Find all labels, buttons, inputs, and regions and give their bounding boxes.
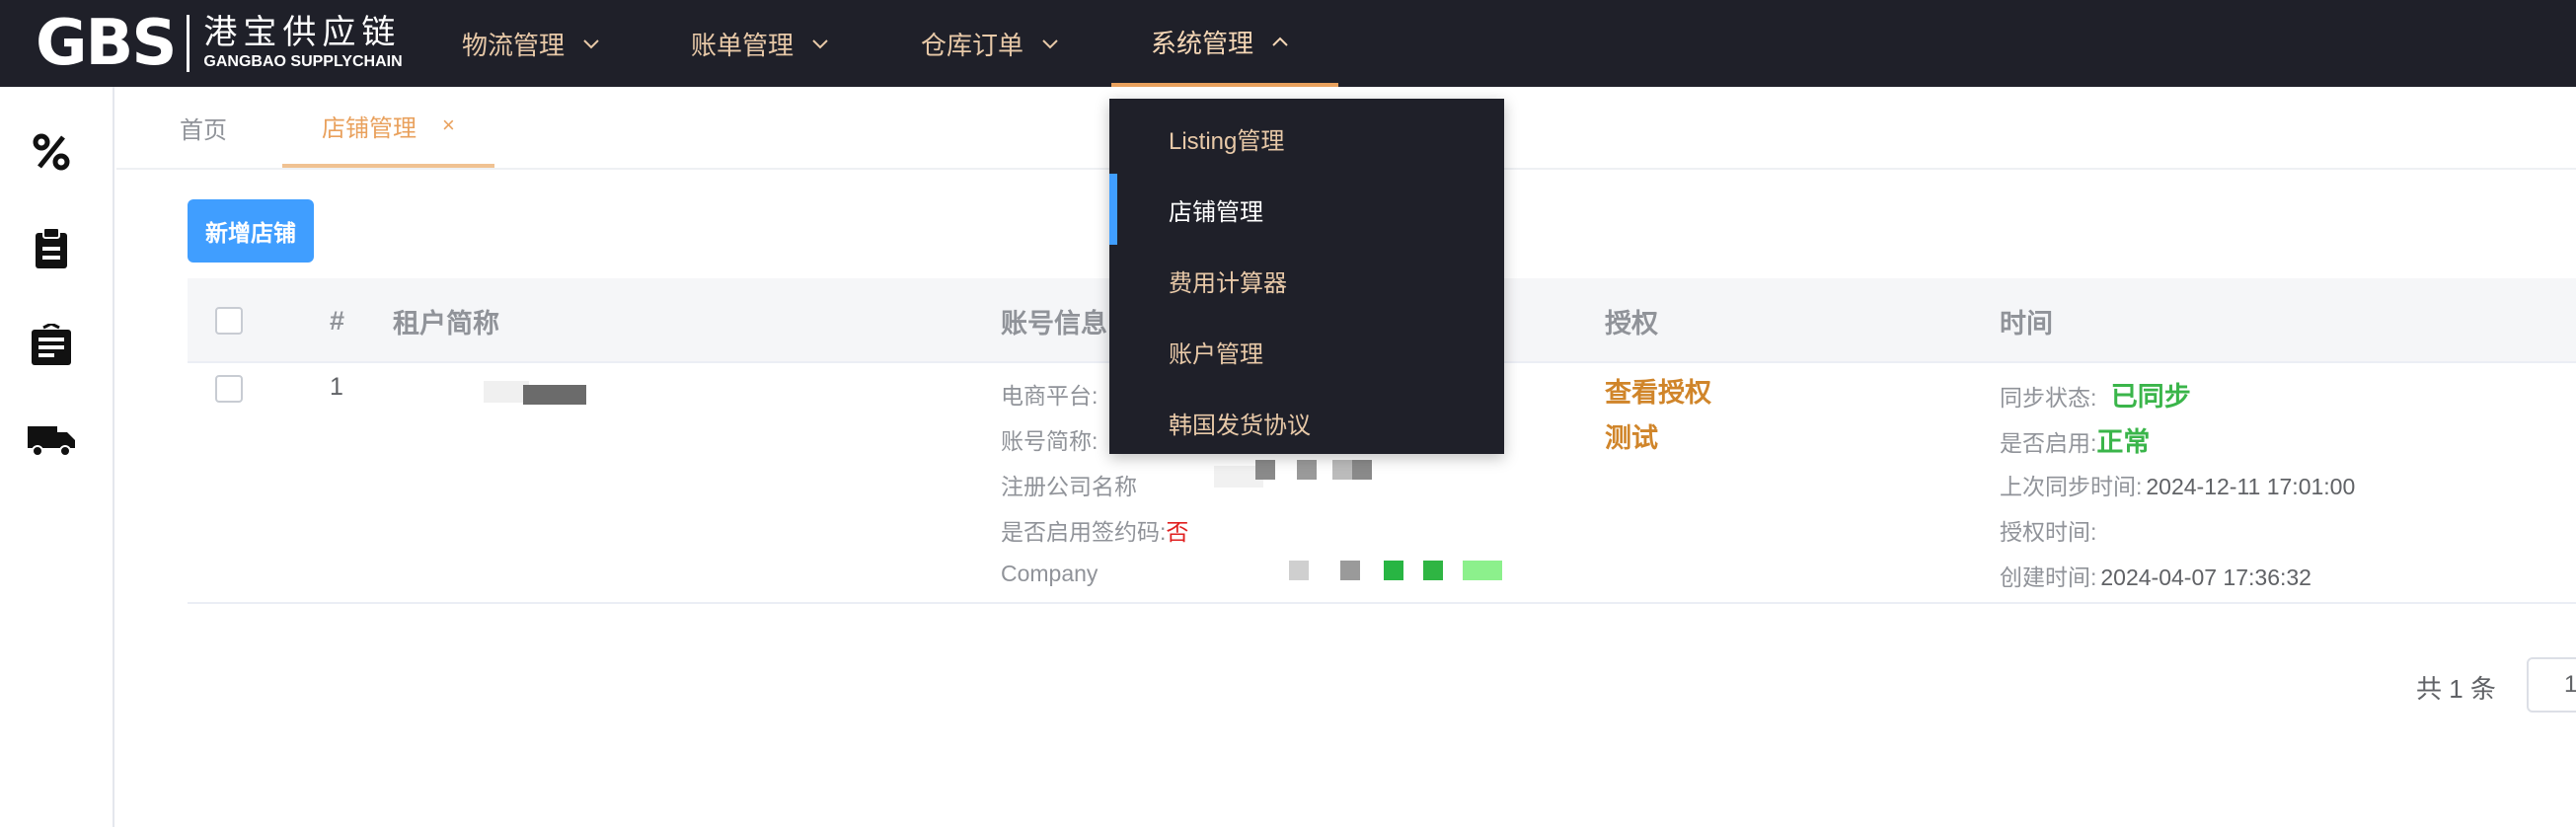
sign-code-label: 是否启用签约码:否	[1001, 513, 1188, 547]
short-name-label: 账号简称:	[1001, 428, 1099, 454]
nav-label: 账单管理	[691, 30, 795, 60]
redacted-company	[1423, 561, 1443, 580]
last-sync-time: 上次同步时间: 2024-12-11 17:01:00	[2000, 468, 2355, 501]
menu-item-account-management[interactable]: 账户管理	[1109, 316, 1504, 387]
system-management-dropdown: Listing管理 店铺管理 费用计算器 账户管理 韩国发货协议	[1109, 99, 1504, 454]
truck-icon[interactable]	[26, 414, 77, 466]
chevron-down-icon	[583, 39, 599, 49]
column-header-account: 账号信息	[1001, 308, 1107, 338]
redacted-company	[1332, 460, 1352, 480]
menu-item-listing[interactable]: Listing管理	[1109, 103, 1504, 174]
redacted-tenant	[523, 385, 586, 405]
left-icon-rail	[0, 87, 114, 827]
created-label: 创建时间:	[2000, 564, 2097, 590]
nav-label: 仓库订单	[921, 30, 1024, 60]
document-list-icon[interactable]	[26, 320, 77, 371]
redacted-company	[1297, 460, 1317, 480]
redacted-company	[1289, 561, 1309, 580]
last-sync-label: 上次同步时间:	[2000, 474, 2143, 499]
brand-logo[interactable]: GBS 港宝供应链 GANGBAO SUPPLYCHAIN	[36, 10, 403, 77]
tab-label: 店铺管理	[322, 114, 417, 142]
company-en-label: Company	[1001, 561, 1099, 586]
sign-code-value: 否	[1166, 519, 1189, 545]
auth-time-label: 授权时间:	[2000, 519, 2097, 545]
chevron-down-icon	[1042, 39, 1058, 49]
column-header-index: #	[330, 305, 345, 336]
brand-name-cn: 港宝供应链	[203, 14, 402, 51]
top-navbar: GBS 港宝供应链 GANGBAO SUPPLYCHAIN 物流管理 账单管理 …	[0, 0, 2576, 87]
created-value: 2024-04-07 17:36:32	[2100, 564, 2311, 590]
close-icon[interactable]: ×	[442, 113, 455, 138]
enabled-label: 是否启用:	[2000, 430, 2097, 456]
nav-warehouse-orders[interactable]: 仓库订单	[921, 0, 1061, 87]
menu-item-store-management[interactable]: 店铺管理	[1109, 174, 1504, 245]
redacted-company	[1340, 561, 1360, 580]
test-auth-link[interactable]: 测试	[1605, 416, 1658, 455]
view-auth-link[interactable]: 查看授权	[1605, 371, 1711, 410]
add-store-button[interactable]: 新增店铺	[188, 199, 314, 263]
clipboard-icon[interactable]	[26, 223, 77, 274]
menu-item-label: Listing管理	[1169, 127, 1285, 155]
nav-billing[interactable]: 账单管理	[691, 0, 831, 87]
sync-status: 同步状态: 已同步	[2000, 375, 2191, 414]
redacted-company	[1255, 460, 1275, 480]
logo-text: 港宝供应链 GANGBAO SUPPLYCHAIN	[203, 14, 402, 73]
sync-status-label: 同步状态:	[2000, 385, 2097, 411]
redacted-company	[1463, 561, 1502, 580]
nav-label: 系统管理	[1151, 28, 1254, 58]
enabled-status: 是否启用:正常	[2000, 420, 2150, 459]
menu-item-fee-calculator[interactable]: 费用计算器	[1109, 245, 1504, 316]
menu-item-label: 账户管理	[1169, 340, 1263, 368]
company-name-label: 注册公司名称	[1001, 474, 1137, 499]
logo-divider	[187, 15, 190, 72]
logo-mark: GBS	[36, 7, 177, 80]
created-time: 创建时间: 2024-04-07 17:36:32	[2000, 559, 2311, 592]
menu-item-label: 费用计算器	[1169, 269, 1287, 297]
chevron-up-icon	[1272, 37, 1288, 46]
nav-logistics[interactable]: 物流管理	[462, 0, 602, 87]
column-header-time: 时间	[2000, 308, 2053, 338]
brand-name-en: GANGBAO SUPPLYCHAIN	[203, 53, 403, 70]
platform-label: 电商平台:	[1001, 383, 1099, 409]
column-header-tenant: 租户简称	[393, 308, 499, 338]
menu-item-label: 韩国发货协议	[1169, 412, 1311, 439]
pagination-total: 共 1 条	[2416, 674, 2496, 704]
redacted-company	[1352, 460, 1372, 480]
menu-item-label: 店铺管理	[1169, 198, 1263, 226]
enabled-value: 正常	[2096, 427, 2151, 457]
redacted-company	[1384, 561, 1403, 580]
nav-system-management[interactable]: 系统管理	[1111, 0, 1338, 87]
chevron-down-icon	[812, 39, 828, 49]
tab-label: 首页	[180, 116, 227, 144]
tab-store-management[interactable]: 店铺管理 ×	[282, 87, 494, 168]
select-all-checkbox[interactable]	[215, 307, 243, 335]
row-checkbox[interactable]	[215, 375, 243, 403]
page-number-input[interactable]: 1	[2527, 657, 2576, 713]
sync-status-value: 已同步	[2110, 382, 2191, 412]
nav-label: 物流管理	[462, 30, 566, 60]
column-header-auth: 授权	[1605, 308, 1658, 338]
last-sync-value: 2024-12-11 17:01:00	[2146, 474, 2356, 499]
row-index: 1	[330, 373, 343, 401]
tab-home[interactable]: 首页	[180, 87, 227, 168]
percent-icon[interactable]	[26, 126, 77, 178]
menu-item-korea-shipping-agreement[interactable]: 韩国发货协议	[1109, 387, 1504, 458]
sign-code-label-text: 是否启用签约码:	[1001, 519, 1167, 545]
